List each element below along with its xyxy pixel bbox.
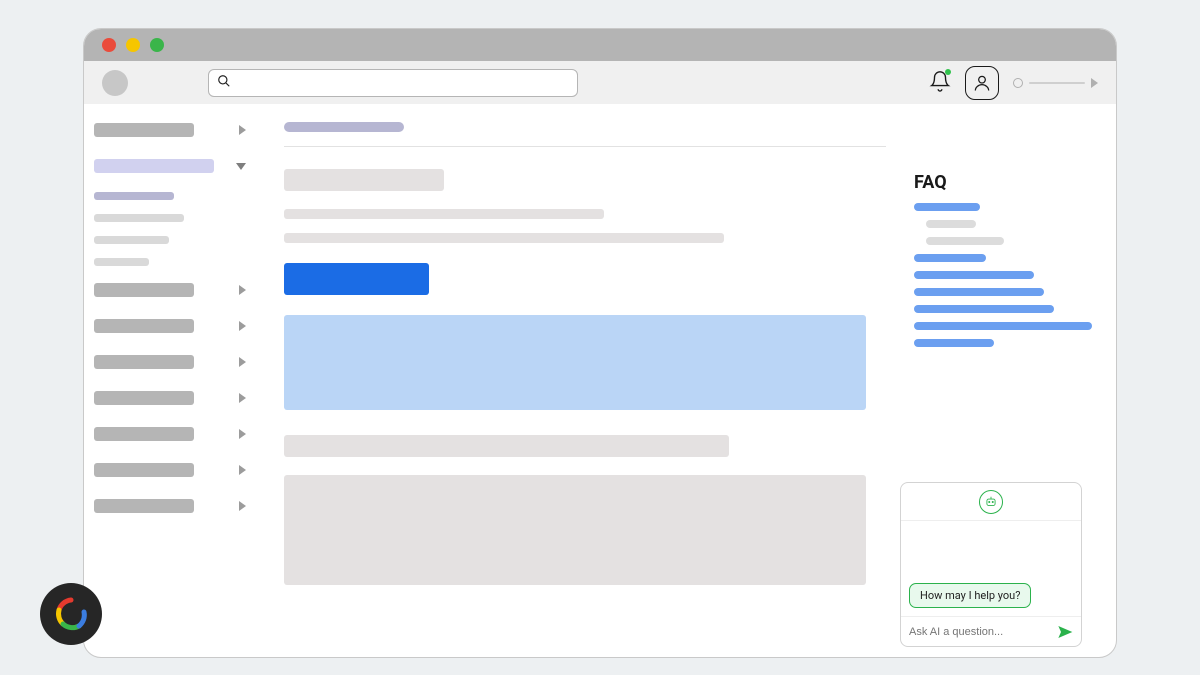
chevron-right-icon bbox=[239, 125, 246, 135]
chat-widget: How may I help you? bbox=[900, 482, 1082, 647]
app-logo bbox=[102, 70, 128, 96]
sidebar-item-12[interactable] bbox=[94, 492, 246, 520]
sidebar-item-label bbox=[94, 463, 194, 477]
maximize-button[interactable] bbox=[150, 38, 164, 52]
chat-send-button[interactable] bbox=[1057, 624, 1073, 640]
bot-avatar-icon bbox=[979, 490, 1003, 514]
sidebar-item-4[interactable] bbox=[94, 232, 246, 248]
chat-input-row bbox=[901, 616, 1081, 646]
chevron-right-icon bbox=[239, 321, 246, 331]
faq-link-2 bbox=[926, 237, 1004, 245]
breadcrumb[interactable] bbox=[284, 122, 404, 132]
slider-track-icon bbox=[1029, 82, 1085, 84]
faq-link-4[interactable] bbox=[914, 271, 1034, 279]
paragraph-line bbox=[284, 209, 604, 219]
chat-header bbox=[901, 483, 1081, 521]
sidebar-item-label bbox=[94, 159, 214, 173]
header-actions bbox=[929, 66, 1098, 100]
content-panel bbox=[284, 475, 866, 585]
titlebar bbox=[84, 29, 1116, 61]
faq-link-1 bbox=[926, 220, 976, 228]
sidebar-item-label bbox=[94, 214, 184, 222]
sidebar-item-6[interactable] bbox=[94, 276, 246, 304]
sidebar-item-label bbox=[94, 283, 194, 297]
slider-arrow-icon bbox=[1091, 78, 1098, 88]
chevron-down-icon bbox=[236, 163, 246, 170]
notifications-button[interactable] bbox=[929, 70, 951, 96]
search-box[interactable] bbox=[208, 69, 578, 97]
sidebar-item-label bbox=[94, 192, 174, 200]
faq-link-7[interactable] bbox=[914, 322, 1092, 330]
slider-knob-icon bbox=[1013, 78, 1023, 88]
sidebar-item-label bbox=[94, 319, 194, 333]
notification-dot-icon bbox=[945, 69, 951, 75]
divider bbox=[284, 146, 886, 147]
brand-badge[interactable] bbox=[40, 583, 102, 645]
chevron-right-icon bbox=[239, 501, 246, 511]
sidebar-item-label bbox=[94, 499, 194, 513]
sidebar-item-7[interactable] bbox=[94, 312, 246, 340]
minimize-button[interactable] bbox=[126, 38, 140, 52]
right-column: FAQ How may I help you? bbox=[906, 104, 1116, 657]
sidebar-item-label bbox=[94, 355, 194, 369]
search-icon bbox=[217, 73, 231, 92]
primary-cta-button[interactable] bbox=[284, 263, 429, 295]
section-subheading bbox=[284, 435, 729, 457]
faq-link-0[interactable] bbox=[914, 203, 980, 211]
sidebar-item-0[interactable] bbox=[94, 116, 246, 144]
faq-link-3[interactable] bbox=[914, 254, 986, 262]
app-window: FAQ How may I help you? bbox=[83, 28, 1117, 658]
sidebar-item-11[interactable] bbox=[94, 456, 246, 484]
chat-bubble: How may I help you? bbox=[909, 583, 1031, 608]
paragraph-line bbox=[284, 233, 724, 243]
sidebar-item-label bbox=[94, 258, 149, 266]
sidebar-item-label bbox=[94, 391, 194, 405]
main-content bbox=[254, 104, 906, 657]
sidebar-item-3[interactable] bbox=[94, 210, 246, 226]
sidebar bbox=[84, 104, 254, 657]
profile-button[interactable] bbox=[965, 66, 999, 100]
sidebar-item-10[interactable] bbox=[94, 420, 246, 448]
sidebar-item-label bbox=[94, 236, 169, 244]
sidebar-item-9[interactable] bbox=[94, 384, 246, 412]
chevron-right-icon bbox=[239, 357, 246, 367]
faq-link-6[interactable] bbox=[914, 305, 1054, 313]
header-slider[interactable] bbox=[1013, 78, 1098, 88]
faq-link-8[interactable] bbox=[914, 339, 994, 347]
page-title bbox=[284, 169, 444, 191]
header-bar bbox=[84, 61, 1116, 104]
sidebar-item-5[interactable] bbox=[94, 254, 246, 270]
close-button[interactable] bbox=[102, 38, 116, 52]
search-input[interactable] bbox=[237, 76, 569, 90]
faq-link-5[interactable] bbox=[914, 288, 1044, 296]
sidebar-item-label bbox=[94, 123, 194, 137]
chevron-right-icon bbox=[239, 285, 246, 295]
sidebar-item-1[interactable] bbox=[94, 152, 246, 180]
chevron-right-icon bbox=[239, 429, 246, 439]
faq-heading: FAQ bbox=[914, 172, 1100, 193]
chevron-right-icon bbox=[239, 393, 246, 403]
info-panel bbox=[284, 315, 866, 410]
sidebar-item-8[interactable] bbox=[94, 348, 246, 376]
chevron-right-icon bbox=[239, 465, 246, 475]
sidebar-item-2[interactable] bbox=[94, 188, 246, 204]
chat-input[interactable] bbox=[909, 626, 1051, 638]
sidebar-item-label bbox=[94, 427, 194, 441]
chat-body: How may I help you? bbox=[901, 521, 1081, 616]
